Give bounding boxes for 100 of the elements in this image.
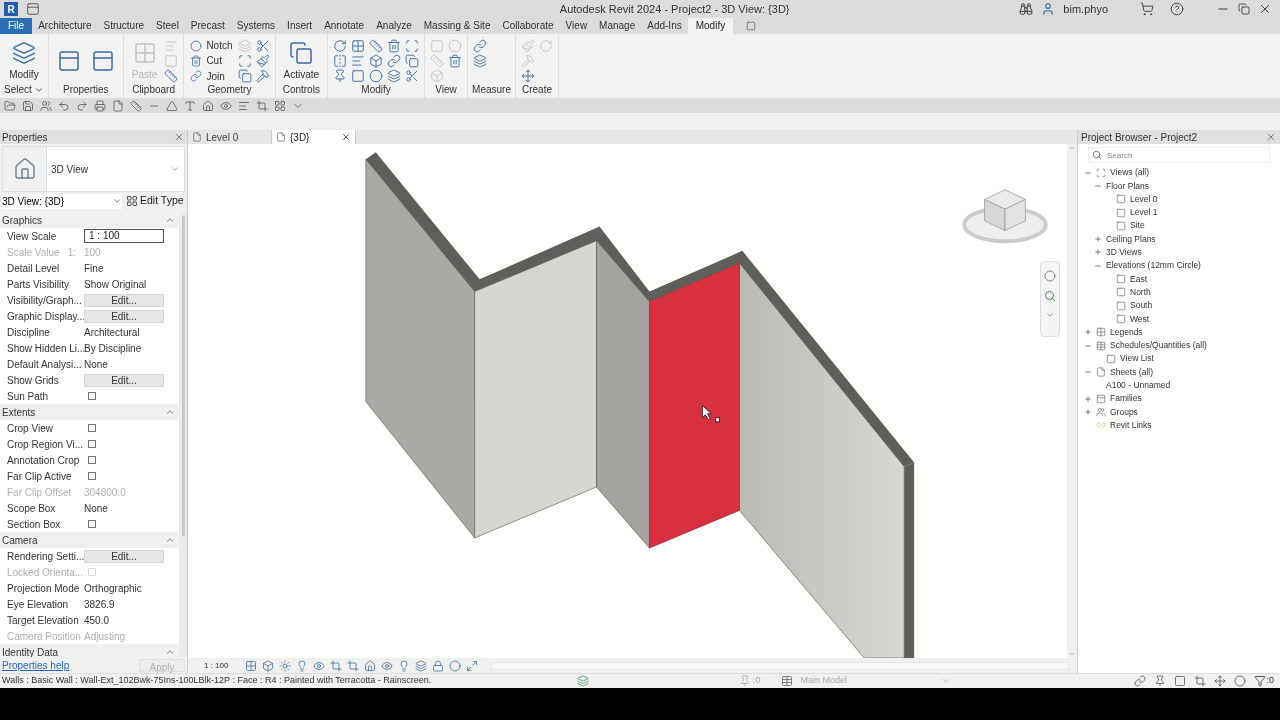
checkbox[interactable] xyxy=(88,472,96,480)
panel-icon[interactable] xyxy=(26,2,40,16)
link-icon[interactable] xyxy=(473,38,488,53)
section-header[interactable]: Camera xyxy=(2,532,38,548)
ribbon-group-label[interactable]: Geometry xyxy=(207,84,252,96)
tree-item[interactable]: Schedules/Quantities (all) xyxy=(1110,339,1207,352)
tree-item[interactable]: Level 1 xyxy=(1130,206,1158,219)
scroll-up-icon[interactable] xyxy=(1068,144,1076,152)
home-icon[interactable] xyxy=(202,99,214,112)
ribbon-tab[interactable]: Structure xyxy=(97,18,151,34)
scissors-icon[interactable] xyxy=(405,69,420,84)
link-icon[interactable] xyxy=(387,54,402,68)
select-pinned-icon[interactable] xyxy=(1154,675,1167,687)
dropdown-icon[interactable] xyxy=(33,85,44,95)
ribbon-tab[interactable]: Steel xyxy=(150,18,185,34)
redo-icon[interactable] xyxy=(76,99,88,112)
tree-item[interactable]: 3D Views xyxy=(1106,246,1142,259)
ribbon-button[interactable]: Modify xyxy=(4,41,44,81)
ribbon-tab[interactable]: Massing & Site xyxy=(417,18,497,34)
ruler-icon[interactable] xyxy=(164,69,179,84)
tree-item[interactable]: Legends xyxy=(1110,325,1143,339)
tree-item[interactable]: Sheets (all) xyxy=(1110,365,1153,379)
ribbon-group-label[interactable]: Controls xyxy=(282,84,320,96)
tree-item[interactable]: North xyxy=(1130,285,1151,299)
view-icon[interactable] xyxy=(220,99,232,112)
panel-toggle-icon[interactable] xyxy=(745,21,758,31)
tree-item[interactable]: Views (all) xyxy=(1110,166,1150,179)
tree-item[interactable]: A100 - Unnamed xyxy=(1106,379,1171,392)
caret-icon[interactable] xyxy=(940,676,951,686)
cart-icon[interactable] xyxy=(1140,2,1154,16)
crop-icon[interactable] xyxy=(330,659,343,672)
tree-item[interactable]: Groups xyxy=(1110,405,1138,419)
move-icon[interactable] xyxy=(521,69,535,84)
restore-icon[interactable] xyxy=(1238,3,1250,15)
print-icon[interactable] xyxy=(94,99,106,112)
ribbon-button[interactable]: Notch xyxy=(188,38,235,53)
tree-item[interactable]: Revit Links xyxy=(1110,418,1152,432)
ribbon-tab[interactable]: Precast xyxy=(184,18,231,34)
ribbon-tab[interactable]: File xyxy=(0,18,33,34)
ribbon-tab[interactable]: Systems xyxy=(230,18,282,34)
section-header[interactable]: Graphics xyxy=(2,212,42,228)
ribbon-group-label[interactable]: Modify xyxy=(361,84,391,96)
ribbon-tab[interactable]: Annotate xyxy=(318,18,371,34)
collapse-icon[interactable] xyxy=(165,215,175,225)
ribbon-group-label[interactable]: Select xyxy=(4,84,32,96)
crop-region-icon[interactable] xyxy=(347,659,360,672)
checkbox[interactable] xyxy=(88,440,96,448)
collapse-icon[interactable] xyxy=(165,407,175,417)
trash-icon[interactable] xyxy=(387,38,402,53)
type-selector[interactable]: 3D View xyxy=(2,146,185,192)
list-icon[interactable] xyxy=(238,99,250,112)
tree-item[interactable]: Families xyxy=(1110,392,1142,406)
align-icon[interactable] xyxy=(351,54,366,68)
edit-type-button[interactable]: Edit Type xyxy=(126,193,184,209)
walls-drawing[interactable] xyxy=(365,152,915,658)
circle-icon[interactable] xyxy=(369,69,384,84)
tree-item[interactable]: Site xyxy=(1130,219,1145,233)
ribbon-group-label[interactable]: View xyxy=(435,84,457,96)
windows-icon[interactable] xyxy=(274,99,286,112)
select-links-icon[interactable] xyxy=(1134,675,1147,687)
filter-icon[interactable] xyxy=(1254,675,1267,687)
zoom-icon[interactable] xyxy=(1044,290,1056,302)
highlighted-wall-face[interactable] xyxy=(649,262,740,549)
tree-item[interactable]: East xyxy=(1130,272,1147,286)
layers-icon[interactable] xyxy=(473,54,488,68)
copy-icon[interactable] xyxy=(405,54,420,68)
scan-icon[interactable] xyxy=(237,54,252,68)
ribbon-tab[interactable]: View xyxy=(559,18,594,34)
ribbon-button[interactable]: Cut xyxy=(188,54,235,68)
scan-icon[interactable] xyxy=(405,38,420,53)
tree-item[interactable]: West xyxy=(1130,312,1150,326)
ribbon-tab[interactable]: Add-Ins xyxy=(641,18,688,34)
view-tab[interactable]: {3D} xyxy=(272,130,356,144)
app-logo[interactable]: R xyxy=(4,2,18,16)
edit-button[interactable]: Edit... xyxy=(84,549,164,563)
checkbox[interactable] xyxy=(88,456,96,464)
close-icon[interactable] xyxy=(1258,2,1272,16)
tree-item[interactable]: Elevations (12mm Circle) xyxy=(1106,259,1201,273)
user-name[interactable]: bim.phyo xyxy=(1063,0,1108,18)
ribbon-tab[interactable]: Insert xyxy=(281,18,319,34)
square-icon[interactable] xyxy=(351,69,366,84)
section-header[interactable]: Extents xyxy=(2,404,36,420)
checkbox[interactable] xyxy=(88,520,96,528)
copy-icon[interactable] xyxy=(237,69,252,84)
close-icon[interactable] xyxy=(341,132,351,142)
scrollbar-thumb[interactable] xyxy=(181,216,185,536)
view-scale-field[interactable]: 1 : 100 xyxy=(84,229,164,243)
collapse-icon[interactable] xyxy=(165,535,175,545)
expand-icon[interactable] xyxy=(1094,248,1102,257)
checkbox[interactable] xyxy=(88,392,96,400)
ruler-icon[interactable] xyxy=(369,38,384,53)
binoculars-icon[interactable] xyxy=(1019,2,1034,16)
open-icon[interactable] xyxy=(4,99,16,112)
undo-icon[interactable] xyxy=(58,99,70,112)
collapse-icon[interactable] xyxy=(165,647,175,657)
navigation-bar[interactable] xyxy=(1040,261,1060,337)
ribbon-group-label[interactable]: Properties xyxy=(63,84,109,96)
mirror-icon[interactable] xyxy=(333,54,348,68)
search-field[interactable]: Search xyxy=(1088,147,1270,163)
section-header[interactable]: Identity Data xyxy=(2,644,59,657)
